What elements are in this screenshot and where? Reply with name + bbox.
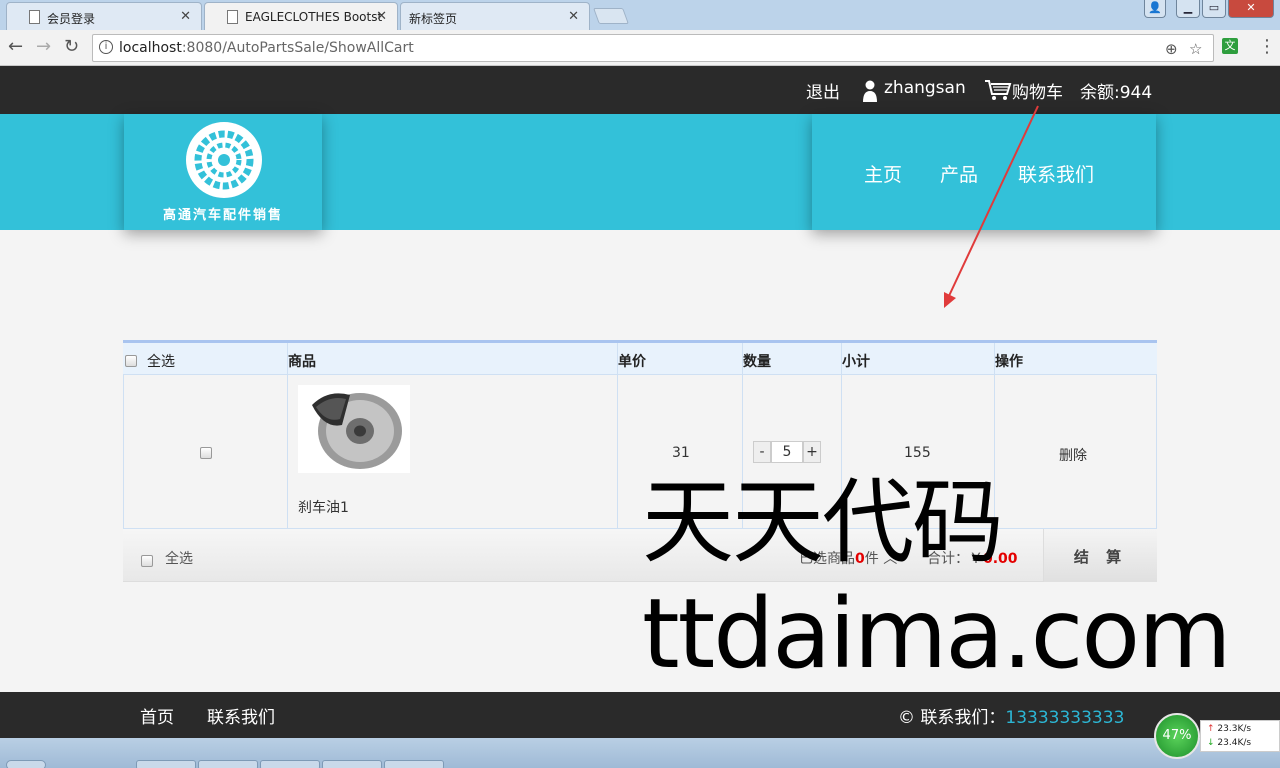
watermark-text: 天天代码 — [642, 469, 1004, 576]
site-header: 高通汽车配件销售 主页 产品 联系我们 — [0, 114, 1280, 230]
document-icon — [227, 10, 238, 24]
taskbar-item[interactable] — [136, 760, 196, 768]
row-action-cell: 删除 — [995, 375, 1157, 529]
product-name[interactable]: 刹车油1 — [298, 497, 349, 517]
phone-number: 13333333333 — [1005, 708, 1125, 728]
col-select: 全选 — [123, 343, 288, 375]
user-icon — [863, 80, 877, 102]
header-subtotal: 小计 — [842, 354, 870, 370]
profile-icon[interactable]: 👤 — [1144, 0, 1166, 18]
col-action: 操作 — [995, 343, 1157, 375]
minimize-button[interactable]: ▁ — [1176, 0, 1200, 18]
tab-new-tab[interactable]: 新标签页 ✕ — [400, 2, 590, 30]
site-top-bar: 退出 zhangsan 购物车 余额:944 — [0, 66, 1280, 114]
site-footer: 首页 联系我们 © 联系我们：13333333333 — [0, 692, 1280, 738]
browser-toolbar: ← → ↻ i localhost:8080/AutoPartsSale/Sho… — [0, 30, 1280, 66]
col-subtotal: 小计 — [842, 343, 995, 375]
col-quantity: 数量 — [743, 343, 842, 375]
col-unit-price: 单价 — [618, 343, 743, 375]
row-checkbox[interactable] — [200, 447, 212, 459]
logo-text: 高通汽车配件销售 — [162, 208, 283, 223]
logout-link[interactable]: 退出 — [806, 78, 840, 103]
back-arrow-icon[interactable]: ← — [8, 36, 23, 57]
url-path: :8080/AutoPartsSale/ShowAllCart — [181, 40, 414, 56]
taskbar-item[interactable] — [198, 760, 258, 768]
row-select-cell — [123, 375, 288, 529]
upload-speed: 23.3K/s — [1217, 724, 1252, 734]
address-bar[interactable]: i localhost:8080/AutoPartsSale/ShowAllCa… — [92, 34, 1214, 62]
zoom-icon[interactable]: ⊕ — [1165, 40, 1178, 58]
header-action: 操作 — [995, 354, 1023, 370]
copyright-label: © 联系我们： — [898, 708, 1006, 728]
close-tab-icon[interactable]: ✕ — [180, 9, 191, 24]
taskbar-item[interactable] — [384, 760, 444, 768]
network-speed-panel: ↑ 23.3K/s ↓ 23.4K/s — [1200, 720, 1280, 752]
header-product: 商品 — [288, 354, 316, 370]
tab-title: EAGLECLOTHES Bootst — [245, 10, 383, 24]
new-tab-button[interactable] — [593, 8, 629, 24]
info-icon[interactable]: i — [99, 40, 113, 54]
reload-icon[interactable]: ↻ — [64, 36, 79, 57]
url-host: localhost — [119, 40, 182, 56]
watermark-url: ttdaima.com — [642, 578, 1232, 690]
header-quantity: 数量 — [743, 354, 771, 370]
network-speed-gauge[interactable]: 47% — [1154, 713, 1200, 759]
close-window-button[interactable]: ✕ — [1228, 0, 1274, 18]
document-icon — [29, 10, 40, 24]
menu-icon[interactable]: ⋮ — [1258, 36, 1276, 57]
select-all-checkbox[interactable] — [125, 355, 137, 367]
nav-home[interactable]: 主页 — [864, 160, 902, 187]
shopping-cart-icon[interactable] — [984, 78, 1012, 102]
footer-select-all-checkbox[interactable] — [141, 555, 153, 567]
download-arrow-icon: ↓ — [1207, 738, 1215, 748]
footer-copyright: © 联系我们：13333333333 — [898, 703, 1124, 728]
footer-home-link[interactable]: 首页 — [140, 703, 174, 728]
taskbar-item[interactable] — [260, 760, 320, 768]
annotation-arrow — [944, 105, 1039, 308]
tab-title: 新标签页 — [409, 12, 458, 26]
bookmark-star-icon[interactable]: ☆ — [1189, 40, 1202, 58]
row-product-cell: 刹车油1 — [288, 375, 618, 529]
taskbar-item[interactable] — [322, 760, 382, 768]
footer-contact-link[interactable]: 联系我们 — [207, 703, 275, 728]
maximize-button[interactable]: ▭ — [1202, 0, 1226, 18]
download-speed: 23.4K/s — [1217, 738, 1252, 748]
logo[interactable]: 高通汽车配件销售 — [124, 114, 322, 230]
forward-arrow-icon[interactable]: → — [36, 36, 51, 57]
select-all-label: 全选 — [147, 354, 175, 370]
tab-member-login[interactable]: 会员登录 ✕ — [6, 2, 202, 30]
col-product: 商品 — [288, 343, 618, 375]
tab-eagleclothes[interactable]: EAGLECLOTHES Bootst ✕ — [204, 2, 398, 30]
wheel-logo-icon — [186, 122, 262, 198]
delete-link[interactable]: 删除 — [1059, 445, 1087, 465]
upload-arrow-icon: ↑ — [1207, 724, 1215, 734]
username-link[interactable]: zhangsan — [884, 78, 966, 98]
close-tab-icon[interactable]: ✕ — [376, 9, 387, 24]
checkout-button[interactable]: 结 算 — [1043, 529, 1157, 582]
balance-text: 余额:944 — [1080, 83, 1153, 103]
start-button[interactable] — [6, 760, 46, 768]
browser-tab-bar: 会员登录 ✕ EAGLECLOTHES Bootst ✕ 新标签页 ✕ 👤 ▁ … — [0, 0, 1280, 30]
translate-extension-icon[interactable]: 文 — [1222, 38, 1238, 54]
header-unit-price: 单价 — [618, 354, 646, 370]
footer-select-all-label: 全选 — [165, 551, 193, 567]
cart-table-header: 全选 商品 单价 数量 小计 操作 — [123, 343, 1157, 375]
close-tab-icon[interactable]: ✕ — [568, 9, 579, 24]
product-image[interactable] — [298, 385, 410, 473]
os-taskbar — [0, 738, 1280, 768]
tab-title: 会员登录 — [47, 12, 96, 26]
